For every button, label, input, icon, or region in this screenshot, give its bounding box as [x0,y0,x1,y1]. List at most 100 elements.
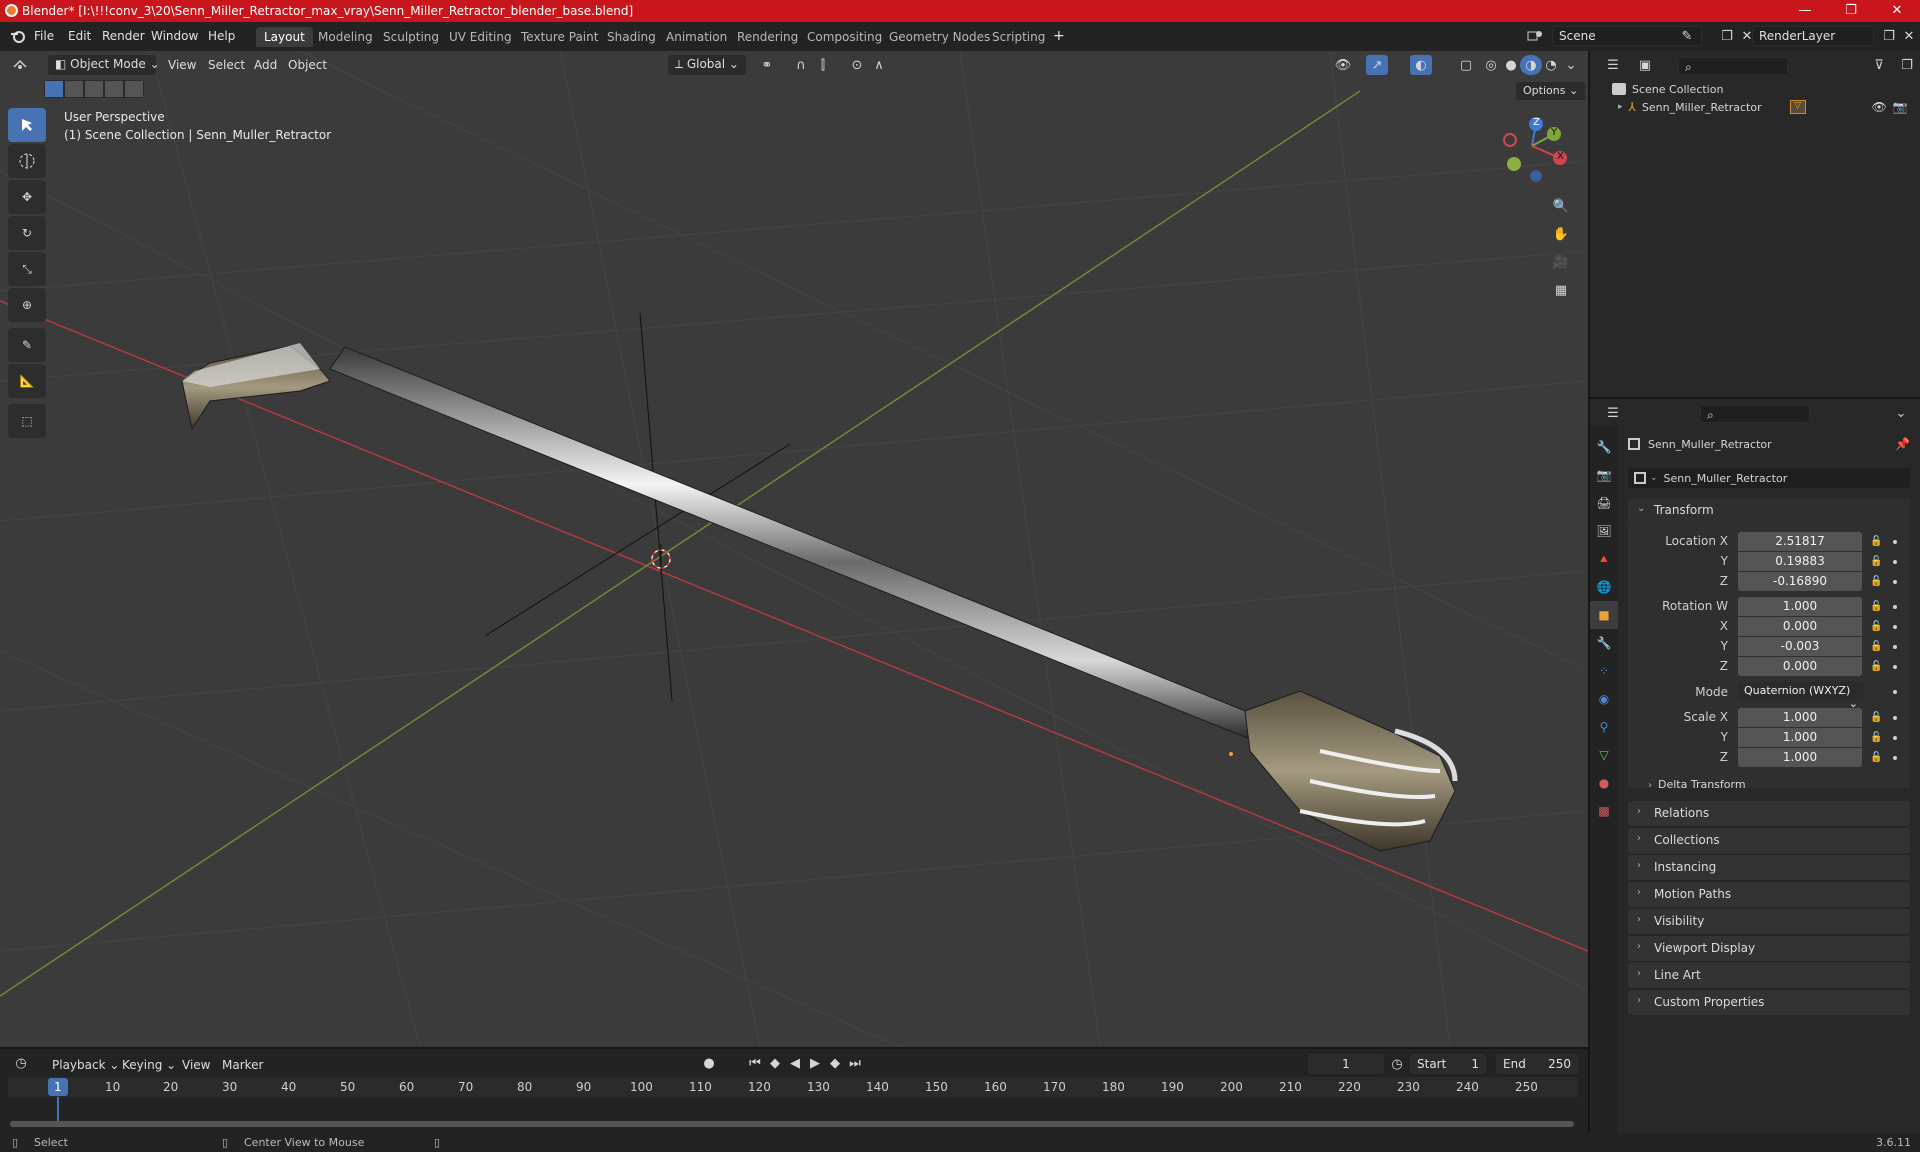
location-y-field[interactable]: 0.19883 [1738,552,1862,571]
rotation-z-field[interactable]: 0.000 [1738,657,1862,676]
delete-renderlayer-icon[interactable]: ✕ [1898,26,1920,46]
tab-geometry-nodes[interactable]: Geometry Nodes [881,27,998,47]
orientation-dropdown[interactable]: ⟂ Global ⌄ [668,55,746,75]
pivot-icon[interactable]: ⚭ [756,55,778,75]
lock-icon[interactable]: 🔓 [1870,732,1882,743]
lock-icon[interactable]: 🔓 [1870,752,1882,763]
lock-icon[interactable]: 🔓 [1870,641,1882,652]
falloff-icon[interactable]: ∧ [868,55,890,75]
maximize-button[interactable]: ❐ [1828,0,1874,22]
lock-icon[interactable]: 🔓 [1870,601,1882,612]
pan-hand-icon[interactable]: ✋ [1550,224,1572,244]
menu-keying[interactable]: Keying ⌄ [122,1058,176,1072]
constraints-tab-icon[interactable]: ⚲ [1590,713,1618,741]
tab-animation[interactable]: Animation [658,27,735,47]
rotation-mode-dropdown[interactable]: Quaternion (WXYZ) ⌄ [1738,682,1864,710]
visibility-icon[interactable]: 👁 [1332,55,1354,75]
minimize-button[interactable]: — [1782,0,1828,22]
rotation-w-field[interactable]: 1.000 [1738,597,1862,616]
proportional-edit-icon[interactable]: ⊙ [846,55,868,75]
camera-view-icon[interactable]: 🎥 [1550,252,1572,272]
keyframe-dot[interactable] [1893,645,1897,649]
eye-icon[interactable]: 👁 [1872,100,1887,114]
object-data-icon[interactable]: ▽ [1789,100,1806,114]
select-invert-icon[interactable] [105,81,123,97]
panel-viewport-display[interactable]: › Viewport Display [1628,936,1910,961]
zoom-icon[interactable]: 🔍 [1550,196,1572,216]
menu-object[interactable]: Object [288,58,327,72]
blender-menu-icon[interactable] [10,28,26,44]
xray-icon[interactable]: ▢ [1455,55,1477,75]
particles-tab-icon[interactable]: ⁘ [1590,657,1618,685]
keyframe-dot[interactable] [1893,665,1897,669]
navigation-gizmo[interactable]: Z Y X [1496,112,1568,188]
delta-transform-subpanel[interactable]: › Delta Transform [1640,778,1746,798]
outliner-scene-collection[interactable]: Scene Collection [1612,79,1723,99]
mode-dropdown[interactable]: ◧ Object Mode ⌄ [48,55,160,75]
play-icon[interactable]: ▶ [804,1053,826,1073]
tab-shading[interactable]: Shading [599,27,664,47]
panel-motion-paths[interactable]: › Motion Paths [1628,882,1910,907]
select-box-tool[interactable] [8,108,46,142]
select-extend-icon[interactable] [65,81,83,97]
tab-compositing[interactable]: Compositing [799,27,890,47]
data-tab-icon[interactable]: ▽ [1590,741,1618,769]
panel-custom-properties[interactable]: › Custom Properties [1628,990,1910,1015]
outliner-editor-type-icon[interactable]: ☰ [1602,55,1624,75]
scale-y-field[interactable]: 1.000 [1738,728,1862,747]
menu-window[interactable]: Window [151,29,198,43]
transform-tool[interactable]: ⊕ [8,288,46,322]
render-tab-icon[interactable]: 📷 [1590,461,1618,489]
keyframe-dot[interactable] [1893,580,1897,584]
new-renderlayer-icon[interactable]: ❐ [1878,26,1900,46]
keyframe-dot[interactable] [1893,605,1897,609]
menu-help[interactable]: Help [208,29,235,43]
gizmo-toggle-icon[interactable]: ↗ [1366,55,1388,75]
new-collection-icon[interactable]: ❐ [1896,55,1918,75]
options-dropdown[interactable]: Options ⌄ [1516,82,1586,100]
expand-arrow-icon[interactable]: ▸ [1618,102,1623,112]
wireframe-shading-icon[interactable]: ◎ [1480,55,1502,75]
tab-scripting[interactable]: Scripting [984,27,1053,47]
object-name-field[interactable]: ⌄ Senn_Muller_Retractor [1628,468,1910,488]
keyframe-dot[interactable] [1893,690,1897,694]
scene-browse-icon[interactable] [1524,26,1546,46]
lock-icon[interactable]: 🔓 [1870,556,1882,567]
record-icon[interactable]: ● [698,1053,720,1073]
menu-timeline-view[interactable]: View [182,1058,210,1072]
annotate-tool[interactable]: ✎ [8,328,46,362]
select-subtract-icon[interactable] [85,81,103,97]
end-frame-field[interactable]: End 250 [1496,1054,1578,1074]
play-reverse-icon[interactable]: ◀ [784,1053,806,1073]
keyframe-dot[interactable] [1893,716,1897,720]
shading-options-icon[interactable]: ⌄ [1560,55,1582,75]
world-tab-icon[interactable]: 🌐 [1590,573,1618,601]
scale-tool[interactable]: ⤡ [8,252,46,286]
tool-tab-icon[interactable]: 🔧 [1590,433,1618,461]
tab-layout[interactable]: Layout [256,27,313,47]
timeline-editor-type-icon[interactable]: ◷ [10,1053,32,1073]
properties-search-input[interactable]: ⌕ [1700,405,1810,423]
output-tab-icon[interactable]: 🖨 [1590,489,1618,517]
texture-tab-icon[interactable]: ▩ [1590,797,1618,825]
tab-uv-editing[interactable]: UV Editing [441,27,520,47]
location-z-field[interactable]: -0.16890 [1738,572,1862,591]
add-workspace-button[interactable]: + [1053,28,1065,44]
filter-icon[interactable]: ⊽ [1868,55,1890,75]
renderlayer-field[interactable]: RenderLayer [1752,26,1874,46]
lock-icon[interactable]: 🔓 [1870,621,1882,632]
perspective-toggle-icon[interactable]: ▦ [1550,280,1572,300]
modifier-tab-icon[interactable]: 🔧 [1590,629,1618,657]
pin-icon[interactable]: 📌 [1895,437,1910,451]
menu-marker[interactable]: Marker [222,1058,263,1072]
menu-view[interactable]: View [168,58,196,72]
keyframe-dot[interactable] [1893,756,1897,760]
material-shading-icon[interactable]: ◑ [1520,55,1542,75]
frame-ruler[interactable]: 1 10 20 30 40 50 60 70 80 90 100 110 120… [8,1077,1578,1097]
tab-modeling[interactable]: Modeling [310,27,381,47]
renderlayer-browse-icon[interactable] [1726,26,1748,46]
retractor-model[interactable] [181,343,1458,852]
view-layer-tab-icon[interactable]: 🖼 [1590,517,1618,545]
keyframe-dot[interactable] [1893,560,1897,564]
jump-end-icon[interactable]: ⏭ [844,1053,866,1073]
